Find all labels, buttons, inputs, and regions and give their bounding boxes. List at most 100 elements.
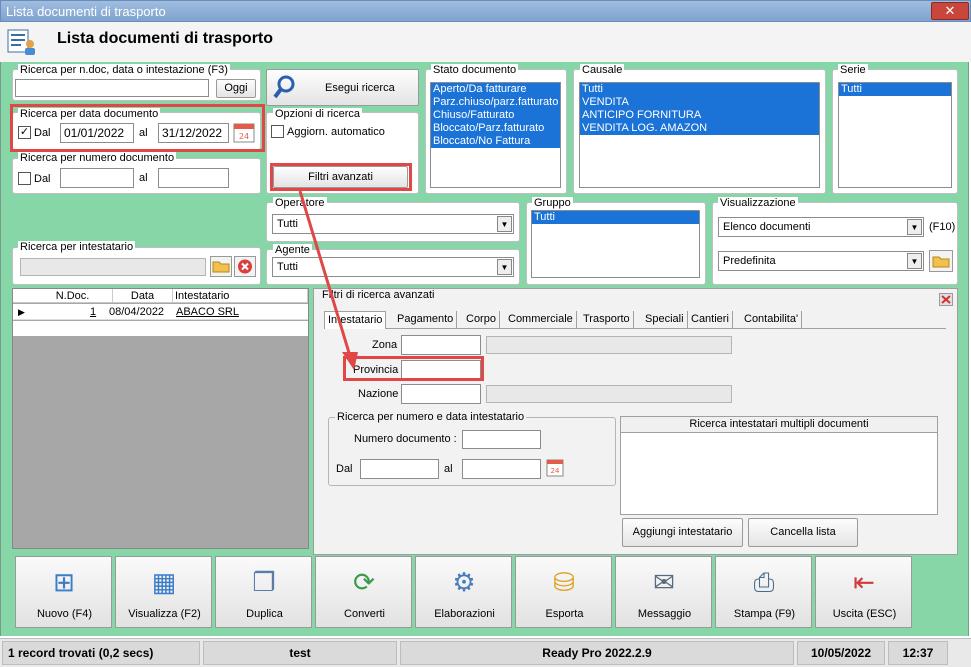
svg-text:24: 24 xyxy=(551,467,560,475)
number-date-label: Ricerca per numero e data intestatario xyxy=(335,411,527,423)
list-item[interactable]: Parz.chiuso/parz.fatturato xyxy=(431,96,560,109)
layout-value: Predefinita xyxy=(723,255,776,267)
multiple-holders-header: Ricerca intestatari multipli documenti xyxy=(621,417,937,433)
date-search-label: Ricerca per data documento xyxy=(18,108,161,120)
serie-list[interactable]: Tutti xyxy=(838,82,952,188)
list-item[interactable]: Aperto/Da fatturare xyxy=(431,83,560,96)
exit-button[interactable]: ⇤ Uscita (ESC) xyxy=(815,556,912,628)
tab-contabilita[interactable]: Contabilita' xyxy=(741,311,803,329)
duplicate-icon: ❐ xyxy=(252,567,276,597)
zona-input[interactable] xyxy=(401,335,481,355)
tab-commerciale[interactable]: Commerciale xyxy=(505,311,577,329)
window-titlebar[interactable]: Lista documenti di trasporto ✕ xyxy=(0,0,971,22)
nazione-input[interactable] xyxy=(401,384,481,404)
tab-trasporto[interactable]: Trasporto xyxy=(580,311,634,329)
folder-icon[interactable] xyxy=(929,250,953,272)
advanced-filters-button[interactable]: Filtri avanzati xyxy=(273,166,408,188)
grid-header: N.Doc. Data Intestatario xyxy=(13,289,308,303)
page-header: Lista documenti di trasporto xyxy=(0,22,971,62)
holder-date-from-label: Dal xyxy=(336,463,353,475)
calendar-icon[interactable]: 24 xyxy=(546,459,564,477)
number-filter-checkbox[interactable] xyxy=(18,172,31,185)
exit-button-label: Uscita (ESC) xyxy=(832,608,897,620)
window-close-button[interactable]: ✕ xyxy=(931,2,969,20)
message-icon: ✉ xyxy=(653,567,675,597)
date-filter-checkbox[interactable]: ✓ xyxy=(18,126,31,139)
cell-intestatario[interactable]: ABACO SRL xyxy=(176,305,239,319)
provincia-input[interactable] xyxy=(401,360,481,380)
gruppo-list[interactable]: Tutti xyxy=(531,210,700,278)
date-to-input[interactable]: 31/12/2022 xyxy=(158,123,229,143)
tab-speciali[interactable]: Speciali xyxy=(642,311,688,329)
holder-date-to-input[interactable] xyxy=(462,459,541,479)
agent-select[interactable]: Tutti ▼ xyxy=(272,257,514,277)
oggi-button[interactable]: Oggi xyxy=(216,79,256,98)
close-icon[interactable] xyxy=(939,293,953,306)
tab-pagamento[interactable]: Pagamento xyxy=(394,311,458,329)
holder-input[interactable] xyxy=(20,258,206,276)
cell-ndoc[interactable]: 1 xyxy=(90,305,96,319)
message-button[interactable]: ✉ Messaggio xyxy=(615,556,712,628)
table-row[interactable]: ▶ 1 08/04/2022 ABACO SRL xyxy=(13,304,308,320)
process-button[interactable]: ⚙ Elaborazioni xyxy=(415,556,512,628)
window-title: Lista documenti di trasporto xyxy=(6,4,166,19)
layout-select[interactable]: Predefinita ▼ xyxy=(718,251,924,271)
row-pointer-icon: ▶ xyxy=(18,307,25,317)
export-button[interactable]: ⛁ Esporta xyxy=(515,556,612,628)
convert-button-label: Converti xyxy=(344,608,385,620)
column-header[interactable]: Intestatario xyxy=(173,289,308,303)
serie-label: Serie xyxy=(838,64,868,76)
number-from-label: Dal xyxy=(34,173,51,185)
nazione-description xyxy=(486,385,732,403)
export-button-label: Esporta xyxy=(545,608,584,620)
view-button[interactable]: ▦ Visualizza (F2) xyxy=(115,556,212,628)
holder-number-input[interactable] xyxy=(462,430,541,449)
new-button-label: Nuovo (F4) xyxy=(36,608,93,620)
gruppo-label: Gruppo xyxy=(532,197,573,209)
search-ndoc-input[interactable] xyxy=(15,79,209,97)
status-bar: 1 record trovati (0,2 secs) test Ready P… xyxy=(0,638,971,667)
duplicate-button-label: Duplica xyxy=(246,608,283,620)
print-button[interactable]: ⎙ Stampa (F9) xyxy=(715,556,812,628)
holder-date-from-input[interactable] xyxy=(360,459,439,479)
column-header[interactable]: Data xyxy=(113,289,173,303)
tab-intestatario[interactable]: Intestatario xyxy=(324,311,387,329)
list-item[interactable]: Bloccato/No Fattura xyxy=(431,135,560,148)
list-item[interactable]: VENDITA LOG. AMAZON xyxy=(580,122,819,135)
list-item[interactable]: ANTICIPO FORNITURA xyxy=(580,109,819,122)
search-ndoc-label: Ricerca per n.doc, data o intestazione (… xyxy=(18,64,230,76)
auto-update-checkbox[interactable] xyxy=(271,125,284,138)
list-item[interactable]: Tutti xyxy=(532,211,699,224)
clear-list-button[interactable]: Cancella lista xyxy=(748,518,858,547)
number-to-input[interactable] xyxy=(158,168,229,188)
list-item[interactable]: Tutti xyxy=(839,83,951,96)
folder-icon[interactable] xyxy=(210,256,232,277)
list-item[interactable]: Tutti xyxy=(580,83,819,96)
duplicate-button[interactable]: ❐ Duplica xyxy=(215,556,312,628)
magnifier-icon xyxy=(273,75,295,99)
clear-icon[interactable] xyxy=(234,256,256,277)
new-button[interactable]: ⊞ Nuovo (F4) xyxy=(15,556,112,628)
tab-corpo[interactable]: Corpo xyxy=(463,311,500,329)
causale-list[interactable]: Tutti VENDITA ANTICIPO FORNITURA VENDITA… xyxy=(579,82,820,188)
date-from-input[interactable]: 01/01/2022 xyxy=(60,123,134,143)
zona-label: Zona xyxy=(372,339,398,351)
list-item[interactable]: VENDITA xyxy=(580,96,819,109)
calendar-icon[interactable]: 24 xyxy=(233,122,255,143)
operator-label: Operatore xyxy=(273,197,327,209)
operator-select[interactable]: Tutti ▼ xyxy=(272,214,514,234)
convert-icon: ⟳ xyxy=(353,567,375,597)
number-from-input[interactable] xyxy=(60,168,134,188)
documents-grid[interactable]: N.Doc. Data Intestatario ▶ 1 08/04/2022 … xyxy=(12,288,309,549)
column-header[interactable]: N.Doc. xyxy=(33,289,113,303)
add-holder-button[interactable]: Aggiungi intestatario xyxy=(622,518,743,547)
advanced-filters-panel: Filtri di ricerca avanzati Intestatario … xyxy=(313,288,958,555)
status-list[interactable]: Aperto/Da fatturare Parz.chiuso/parz.fat… xyxy=(430,82,561,188)
search-button[interactable]: Esegui ricerca xyxy=(266,69,419,106)
tab-cantieri[interactable]: Cantieri xyxy=(688,311,733,329)
list-item[interactable]: Bloccato/Parz.fatturato xyxy=(431,122,560,135)
multiple-holders-list[interactable]: Ricerca intestatari multipli documenti xyxy=(620,416,938,515)
view-select[interactable]: Elenco documenti ▼ xyxy=(718,217,924,237)
convert-button[interactable]: ⟳ Converti xyxy=(315,556,412,628)
list-item[interactable]: Chiuso/Fatturato xyxy=(431,109,560,122)
